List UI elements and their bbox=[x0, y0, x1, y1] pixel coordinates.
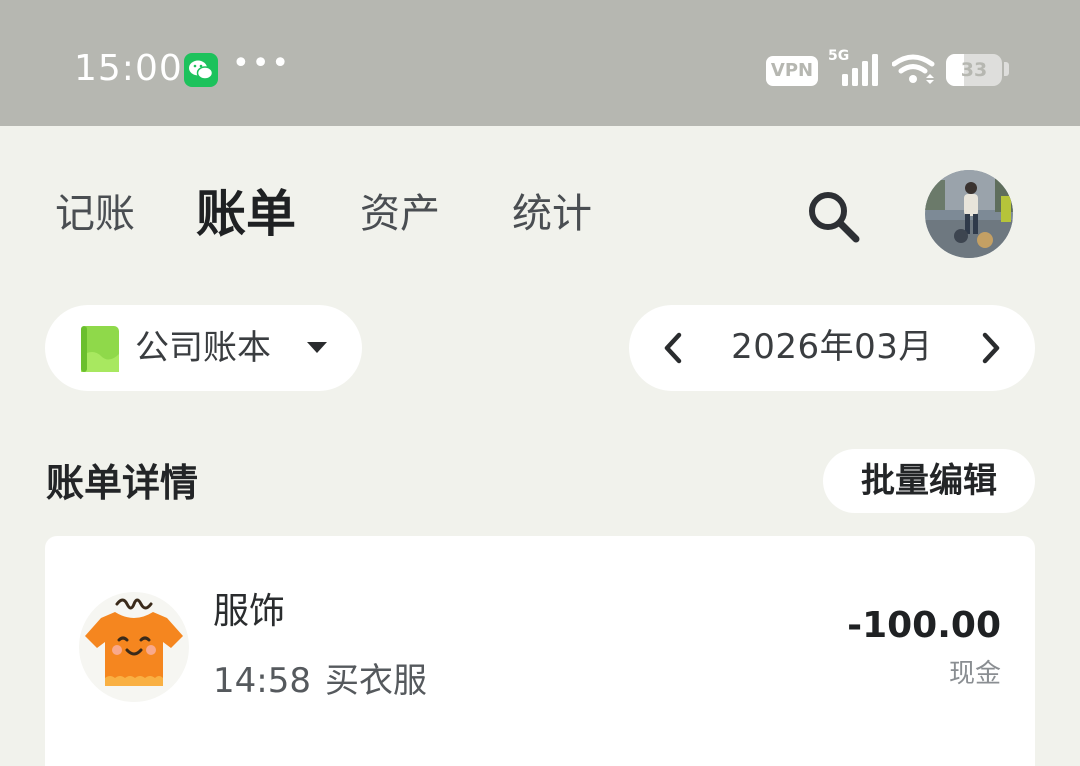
bill-account: 现金 bbox=[948, 659, 1001, 689]
chevron-right-icon[interactable] bbox=[975, 331, 1005, 365]
signal-icon bbox=[840, 52, 884, 90]
tab-assets[interactable]: 资产 bbox=[360, 186, 440, 242]
batch-edit-button[interactable]: 批量编辑 bbox=[823, 449, 1035, 513]
avatar[interactable] bbox=[925, 170, 1013, 258]
bill-category: 服饰 bbox=[213, 591, 286, 632]
wifi-icon bbox=[891, 54, 938, 90]
tab-bookkeeping[interactable]: 记账 bbox=[55, 186, 135, 242]
more-dots-icon: ••• bbox=[232, 46, 292, 81]
bill-time: 14:58 bbox=[213, 661, 311, 701]
wechat-icon bbox=[184, 53, 218, 87]
battery-level: 33 bbox=[960, 59, 988, 81]
status-time: 15:00 bbox=[74, 48, 183, 89]
status-bar: 15:00 ••• VPN 5G 33 bbox=[0, 0, 1080, 126]
ledger-name: 公司账本 bbox=[135, 328, 271, 368]
tab-statistics[interactable]: 统计 bbox=[512, 186, 592, 242]
ledger-selector[interactable]: 公司账本 bbox=[45, 305, 362, 391]
battery-icon: 33 bbox=[946, 54, 1002, 86]
tab-bills[interactable]: 账单 bbox=[196, 181, 296, 247]
bill-item[interactable]: 服饰 14:58 买衣服 -100.00 现金 bbox=[45, 536, 1035, 766]
bill-amount: -100.00 bbox=[847, 605, 1001, 646]
clothing-icon bbox=[79, 592, 189, 702]
caret-down-icon bbox=[307, 342, 327, 353]
section-title: 账单详情 bbox=[46, 461, 199, 505]
bill-note: 买衣服 bbox=[325, 661, 427, 701]
month-selector: 2026年03月 bbox=[629, 305, 1035, 391]
ledger-book-icon bbox=[81, 326, 119, 372]
vpn-badge: VPN bbox=[766, 56, 818, 86]
search-icon[interactable] bbox=[804, 188, 864, 248]
